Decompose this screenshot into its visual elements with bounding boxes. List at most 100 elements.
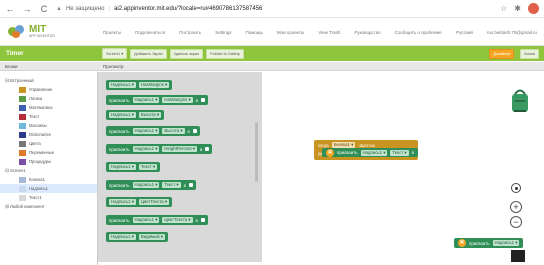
getter-block[interactable]: Надпись1ЦветТекста xyxy=(106,197,173,207)
tree-item[interactable]: ⊞ Любой компонент xyxy=(0,202,97,211)
setter-block[interactable]: присвоитьНадпись1ЦветТекстав xyxy=(106,215,208,225)
setter-block[interactable]: присвоитьНадпись1HeightPercentв xyxy=(106,144,213,154)
tree-item[interactable]: Управление xyxy=(0,85,97,94)
extension-icon[interactable]: ✱ xyxy=(514,4,521,13)
set-component-dropdown[interactable]: Надпись1 xyxy=(360,149,388,156)
block-component-dropdown[interactable]: Надпись1 xyxy=(109,199,136,205)
menu-report-issue[interactable]: Сообщить о проблеме xyxy=(388,30,449,35)
category-color-icon xyxy=(19,122,26,129)
block-property-dropdown[interactable]: HasMargins xyxy=(138,82,170,88)
back-icon[interactable]: ← xyxy=(5,0,15,18)
address-bar[interactable]: ▲ Не защищено | ai2.appinventor.mit.edu/… xyxy=(56,2,476,15)
designer-button[interactable]: Дизайнер xyxy=(489,48,515,59)
error-icon[interactable]: ✕ xyxy=(458,239,466,247)
getter-block[interactable]: Надпись1Текст xyxy=(106,162,161,172)
tree-item[interactable]: Dictionaries xyxy=(0,130,97,139)
block-property-dropdown[interactable]: Видимый xyxy=(138,234,165,240)
project-name: Timer xyxy=(6,50,24,57)
block-component-dropdown[interactable]: Надпись1 xyxy=(132,128,160,134)
add-screen-button[interactable]: Добавить Экран xyxy=(130,48,167,59)
app-logo[interactable]: MIT APP INVENTOR xyxy=(0,25,96,39)
tree-item[interactable]: Переменные xyxy=(0,148,97,157)
setter-block[interactable]: присвоитьНадпись1HasMarginsв xyxy=(106,95,208,105)
divider: | xyxy=(108,5,111,12)
tree-item[interactable]: Цвета xyxy=(0,139,97,148)
block-verb-label: присвоить xyxy=(109,182,130,188)
setter-block[interactable]: присвоитьНадпись1Высотав xyxy=(106,126,200,136)
menu-help[interactable]: Помощь xyxy=(238,30,269,35)
category-color-icon xyxy=(19,95,26,102)
tree-item[interactable]: Текст1 xyxy=(0,193,97,202)
set-property-dropdown[interactable]: Текст xyxy=(390,149,409,156)
menu-my-projects[interactable]: Мои проекты xyxy=(270,30,311,35)
block-component-dropdown[interactable]: Надпись1 xyxy=(109,112,136,118)
tree-item[interactable]: ⊟ Встроенный xyxy=(0,76,97,85)
tree-item-label: Процедуры xyxy=(29,159,52,164)
profile-avatar-icon[interactable] xyxy=(528,3,539,14)
block-component-dropdown[interactable]: Надпись1 xyxy=(109,82,136,88)
tree-item[interactable]: Математика xyxy=(0,103,97,112)
error-icon[interactable]: ✕ xyxy=(326,148,334,157)
block-input-socket xyxy=(200,98,205,102)
trash-can-icon[interactable] xyxy=(508,88,532,114)
menu-language[interactable]: Русский xyxy=(449,30,480,35)
block-input-socket xyxy=(192,129,197,133)
browser-icons: ☆ ✱ xyxy=(500,3,539,14)
bookmark-star-icon[interactable]: ☆ xyxy=(500,4,507,13)
block-property-dropdown[interactable]: ЦветТекста xyxy=(138,199,170,205)
menu-guide[interactable]: Руководство xyxy=(347,30,387,35)
recenter-icon[interactable] xyxy=(511,183,521,193)
tree-item[interactable]: Массивы xyxy=(0,121,97,130)
block-property-dropdown[interactable]: Высота xyxy=(138,112,161,118)
tree-item[interactable]: Процедуры xyxy=(0,157,97,166)
block-property-dropdown[interactable]: Текст xyxy=(138,164,158,170)
menu-view-trash[interactable]: View Trash xyxy=(311,30,347,35)
browser-bar: ← → C ▲ Не защищено | ai2.appinventor.mi… xyxy=(0,0,544,18)
tree-item-label: Встроенный xyxy=(10,78,34,83)
block-component-dropdown[interactable]: Надпись1 xyxy=(132,97,160,103)
category-color-icon xyxy=(19,140,26,147)
zoom-in-icon[interactable]: + xyxy=(510,201,522,213)
category-color-icon xyxy=(19,149,26,156)
setter-block[interactable]: присвоитьНадпись1Текств xyxy=(106,180,196,190)
project-toolbar: Timer Screen1 ▾ Добавить Экран Удалить э… xyxy=(0,46,544,61)
forward-icon[interactable]: → xyxy=(22,0,32,18)
top-menu: Проекты Подключиться Построить Settings … xyxy=(96,30,544,35)
menu-build[interactable]: Построить xyxy=(172,30,208,35)
getter-block[interactable]: Надпись1HasMargins xyxy=(106,80,173,90)
set-label-text-block[interactable]: ✕ присвоить Надпись1 Текст в xyxy=(322,148,418,157)
block-component-dropdown[interactable]: Надпись1 xyxy=(132,146,160,152)
menu-settings[interactable]: Settings xyxy=(208,30,238,35)
tree-item[interactable]: Кнопка1 xyxy=(0,175,97,184)
block-component-dropdown[interactable]: Надпись1 xyxy=(109,164,136,170)
block-property-dropdown[interactable]: ЦветТекста xyxy=(162,217,193,223)
tree-item[interactable]: Надпись1 xyxy=(0,184,97,193)
block-property-dropdown[interactable]: Текст xyxy=(162,182,181,188)
tree-item[interactable]: Текст xyxy=(0,112,97,121)
reload-icon[interactable]: C xyxy=(39,0,49,18)
block-property-dropdown[interactable]: HasMargins xyxy=(162,97,193,103)
dragged-component-dropdown[interactable]: Надпись1 xyxy=(492,240,520,246)
url-text[interactable]: ai2.appinventor.mit.edu/?locale=ru#46907… xyxy=(114,6,262,12)
blocks-button[interactable]: Блоки xyxy=(520,48,539,59)
zoom-out-icon[interactable]: − xyxy=(510,216,522,228)
block-component-dropdown[interactable]: Надпись1 xyxy=(109,234,136,240)
set-verb-label: присвоить xyxy=(337,150,358,155)
screen-select-button[interactable]: Screen1 ▾ xyxy=(102,48,128,59)
menu-connect[interactable]: Подключиться xyxy=(128,30,172,35)
tree-item[interactable]: ⊟ Screen1 xyxy=(0,166,97,175)
tree-item-label: Текст1 xyxy=(29,195,42,200)
publish-gallery-button[interactable]: Publish to Gallery xyxy=(206,48,244,59)
getter-block[interactable]: Надпись1Видимый xyxy=(106,232,168,242)
menu-projects[interactable]: Проекты xyxy=(96,30,128,35)
block-property-dropdown[interactable]: Высота xyxy=(162,128,185,134)
block-property-dropdown[interactable]: HeightPercent xyxy=(162,146,197,152)
flyout-scrollbar[interactable] xyxy=(255,122,258,182)
remove-screen-button[interactable]: Удалить экран xyxy=(169,48,204,59)
block-component-dropdown[interactable]: Надпись1 xyxy=(132,217,160,223)
menu-account[interactable]: rus.bektash.79@gmail.ru xyxy=(480,30,544,35)
getter-block[interactable]: Надпись1Высота xyxy=(106,110,164,120)
tree-item[interactable]: Логика xyxy=(0,94,97,103)
dragged-set-block[interactable]: ✕ присвоить Надпись1 xyxy=(454,238,524,248)
block-component-dropdown[interactable]: Надпись1 xyxy=(132,182,160,188)
